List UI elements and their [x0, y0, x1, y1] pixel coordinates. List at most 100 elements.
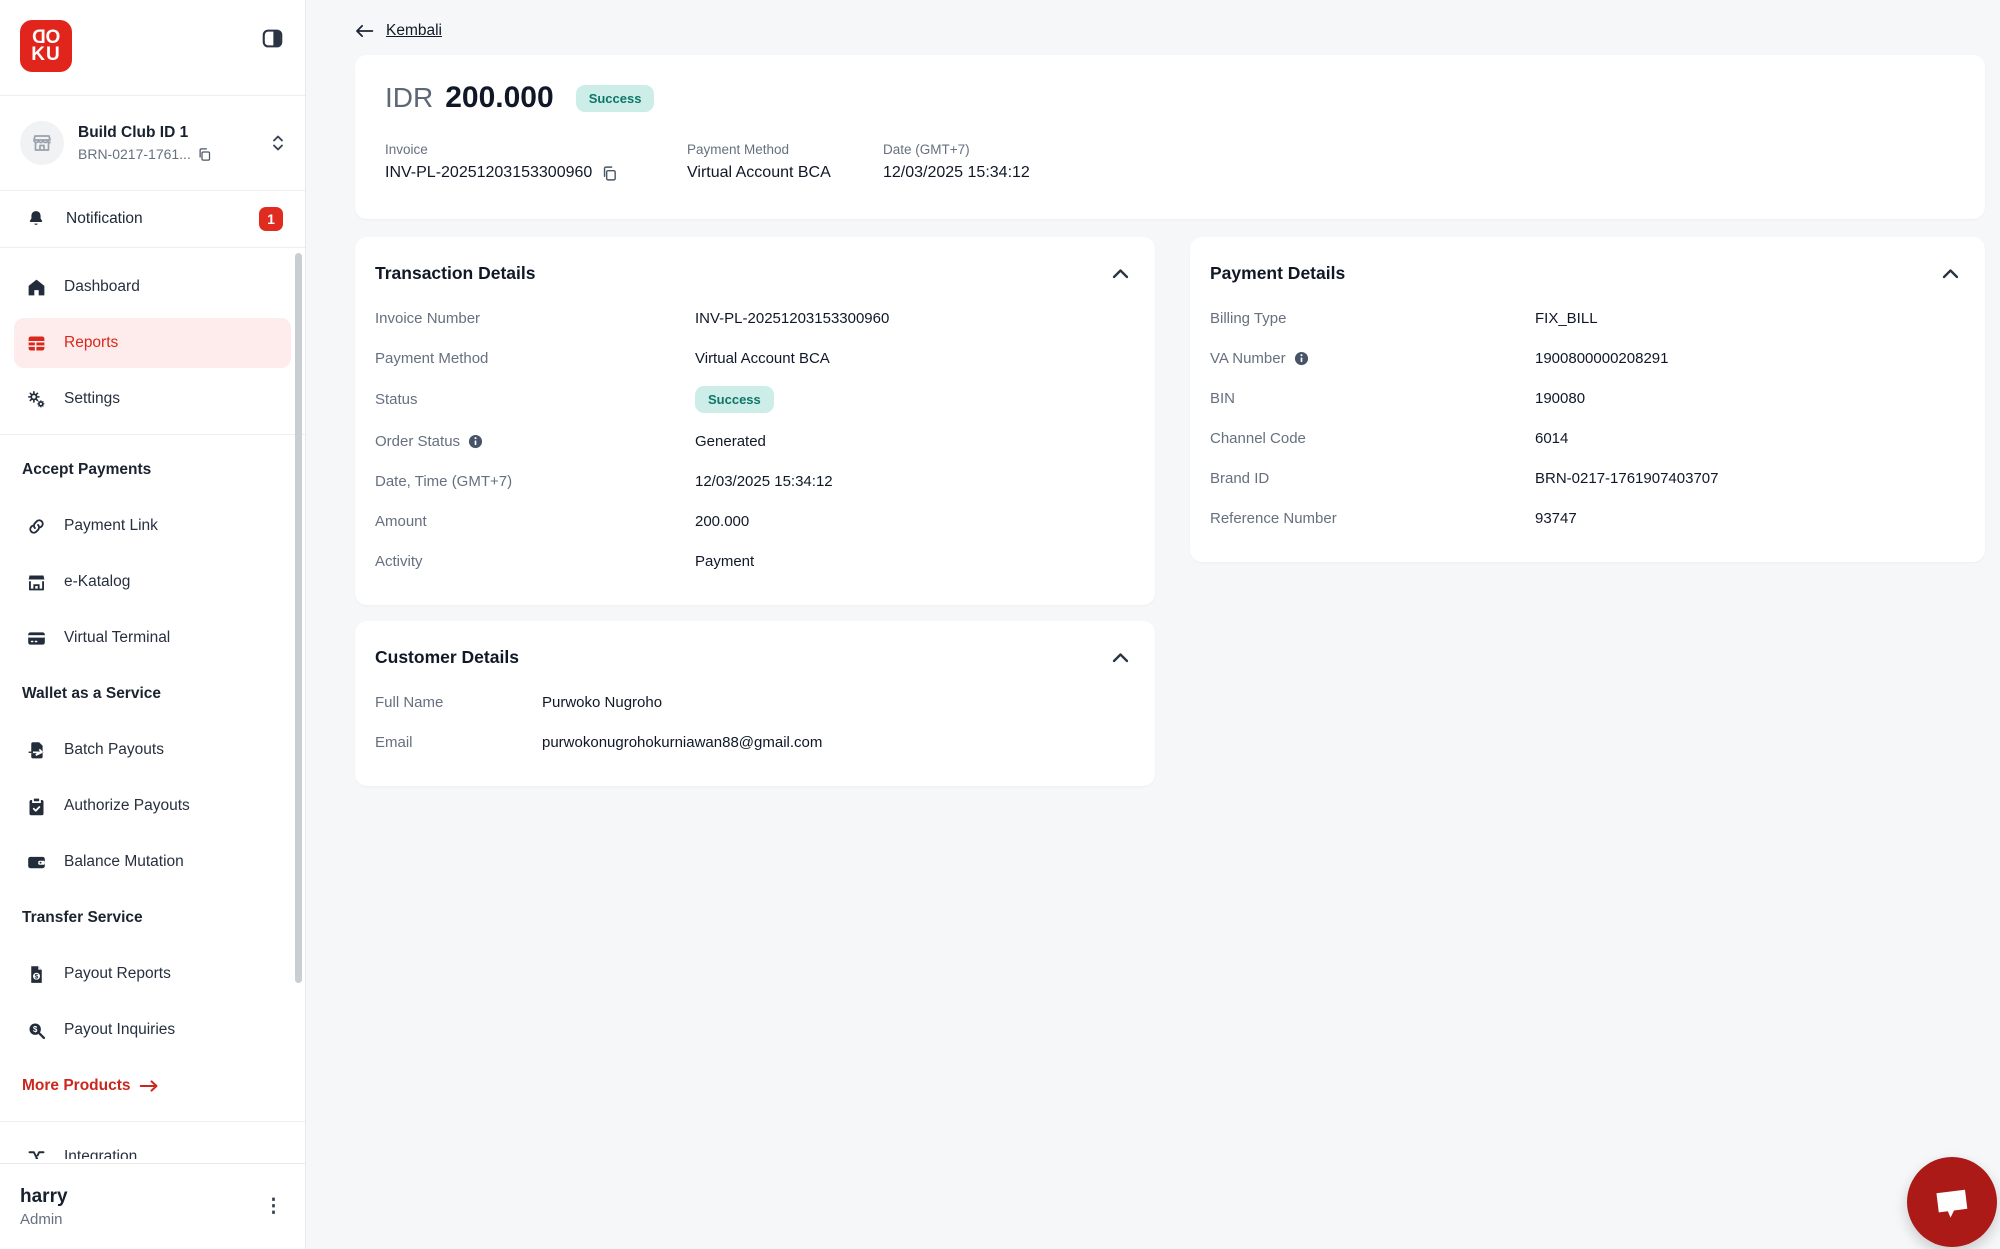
- svg-text:$: $: [35, 973, 39, 980]
- section-header-transfer-service: Transfer Service: [22, 909, 143, 926]
- payment-details-card: Payment Details Billing Type FIX_BILL VA…: [1190, 237, 1985, 562]
- sidebar-item-label: Payment Link: [64, 517, 158, 534]
- reports-table-icon: [26, 333, 47, 354]
- sidebar-item-settings[interactable]: Settings: [14, 374, 291, 424]
- merchant-avatar: [20, 121, 64, 165]
- user-menu-kebab-icon[interactable]: ⋮: [264, 1197, 283, 1216]
- notification-item[interactable]: Notification 1: [0, 191, 305, 247]
- merchant-info: Build Club ID 1 BRN-0217-1761...: [78, 124, 257, 162]
- main-content: Kembali IDR 200.000 Success Invoice INV-…: [306, 0, 2000, 1249]
- sidebar-item-integration[interactable]: Integration: [14, 1132, 291, 1159]
- detail-row: Date, Time (GMT+7) 12/03/2025 15:34:12: [375, 472, 833, 490]
- search-dollar-icon: $: [26, 1020, 47, 1041]
- chevron-updown-icon[interactable]: [271, 134, 285, 152]
- arrow-left-icon: [356, 24, 374, 38]
- amount-value: 200.000: [445, 81, 554, 114]
- sidebar: DO KU Build Club ID 1 BRN-0217-1761... N…: [0, 0, 306, 1249]
- sidebar-item-label: Balance Mutation: [64, 853, 184, 870]
- info-icon[interactable]: [1294, 351, 1309, 366]
- sidebar-header: DO KU: [0, 0, 305, 95]
- detail-row: Invoice Number INV-PL-20251203153300960: [375, 309, 890, 327]
- sidebar-item-label: Virtual Terminal: [64, 629, 171, 646]
- detail-row: BIN 190080: [1210, 389, 1586, 407]
- chat-support-button[interactable]: [1907, 1157, 1997, 1247]
- clipboard-check-icon: [26, 796, 47, 817]
- storefront-icon: [26, 572, 47, 593]
- sidebar-item-batch-payouts[interactable]: Batch Payouts: [14, 725, 291, 775]
- sidebar-nav: Dashboard Reports Settings Accept Paymen…: [0, 248, 305, 1163]
- copy-icon[interactable]: [601, 165, 618, 182]
- sidebar-item-e-katalog[interactable]: e-Katalog: [14, 557, 291, 607]
- sidebar-item-dashboard[interactable]: Dashboard: [14, 262, 291, 312]
- sidebar-item-payout-reports[interactable]: $ Payout Reports: [14, 949, 291, 999]
- customer-details-card: Customer Details Full Name Purwoko Nugro…: [355, 621, 1155, 786]
- detail-row: Amount 200.000: [375, 512, 750, 530]
- merchant-id: BRN-0217-1761...: [78, 146, 191, 162]
- storefront-icon: [33, 135, 51, 151]
- user-panel: harry Admin ⋮: [0, 1163, 305, 1249]
- sidebar-item-payment-link[interactable]: Payment Link: [14, 501, 291, 551]
- summary-field-date: Date (GMT+7) 12/03/2025 15:34:12: [883, 142, 1030, 181]
- status-badge: Success: [695, 386, 774, 413]
- sidebar-item-label: Payout Inquiries: [64, 1021, 176, 1038]
- svg-text:$: $: [33, 1024, 38, 1033]
- integration-icon: [26, 1147, 47, 1159]
- sidebar-item-label: Batch Payouts: [64, 741, 164, 758]
- chevron-up-icon[interactable]: [1942, 268, 1959, 279]
- bell-icon: [26, 209, 46, 229]
- info-icon[interactable]: [468, 434, 483, 449]
- home-icon: [26, 277, 47, 298]
- summary-field-payment-method: Payment Method Virtual Account BCA: [687, 142, 831, 181]
- sidebar-item-authorize-payouts[interactable]: Authorize Payouts: [14, 781, 291, 831]
- user-name: harry: [20, 1185, 68, 1207]
- detail-row: Order Status Generated: [375, 432, 766, 450]
- summary-field-invoice: Invoice INV-PL-20251203153300960: [385, 142, 687, 182]
- transaction-details-card: Transaction Details Invoice Number INV-P…: [355, 237, 1155, 605]
- merchant-name: Build Club ID 1: [78, 124, 189, 141]
- detail-row: Channel Code 6014: [1210, 429, 1569, 447]
- sidebar-item-label: e-Katalog: [64, 573, 131, 590]
- sidebar-item-payout-inquiries[interactable]: $ Payout Inquiries: [14, 1005, 291, 1055]
- invoice-number-value: INV-PL-20251203153300960: [385, 164, 593, 181]
- copy-icon[interactable]: [197, 147, 212, 162]
- detail-row: Full Name Purwoko Nugroho: [375, 693, 663, 711]
- chevron-up-icon[interactable]: [1112, 652, 1129, 663]
- notification-badge: 1: [259, 207, 283, 231]
- card-title: Customer Details: [375, 647, 519, 667]
- chat-bubble-icon: [1936, 1189, 1968, 1218]
- detail-row: Activity Payment: [375, 552, 755, 570]
- sidebar-item-reports[interactable]: Reports: [14, 318, 291, 368]
- sidebar-item-label: Dashboard: [64, 278, 140, 295]
- status-badge: Success: [575, 84, 655, 112]
- collapse-sidebar-icon[interactable]: [262, 28, 283, 49]
- detail-row: VA Number 1900800000208291: [1210, 349, 1669, 367]
- back-link[interactable]: Kembali: [355, 22, 442, 40]
- more-products-link[interactable]: More Products: [0, 1061, 305, 1111]
- divider: [0, 434, 305, 435]
- doku-dashboard: DO KU Build Club ID 1 BRN-0217-1761... N…: [0, 0, 2000, 1249]
- card-title: Transaction Details: [375, 263, 536, 283]
- chevron-up-icon[interactable]: [1112, 268, 1129, 279]
- detail-row: Reference Number 93747: [1210, 509, 1577, 527]
- doku-logo: DO KU: [20, 20, 72, 72]
- arrow-right-icon: [139, 1080, 158, 1092]
- logo-line2: KU: [31, 44, 61, 65]
- detail-row: Payment Method Virtual Account BCA: [375, 349, 830, 367]
- credit-card-icon: [26, 628, 47, 649]
- sidebar-scrollbar[interactable]: [295, 253, 302, 983]
- sidebar-item-label: Integration: [64, 1148, 138, 1159]
- sidebar-item-label: Authorize Payouts: [64, 797, 190, 814]
- merchant-selector[interactable]: Build Club ID 1 BRN-0217-1761...: [0, 96, 305, 190]
- back-label: Kembali: [386, 22, 442, 39]
- sidebar-item-virtual-terminal[interactable]: Virtual Terminal: [14, 613, 291, 663]
- currency-label: IDR: [385, 82, 434, 113]
- sidebar-item-label: Settings: [64, 390, 121, 407]
- file-export-icon: [26, 740, 47, 761]
- section-header-accept-payments: Accept Payments: [22, 461, 152, 478]
- detail-row: Status Success: [375, 378, 1135, 421]
- divider: [0, 1121, 305, 1122]
- user-info: harry Admin: [20, 1186, 68, 1228]
- sidebar-item-balance-mutation[interactable]: Balance Mutation: [14, 837, 291, 887]
- section-header-wallet-as-a-service: Wallet as a Service: [22, 685, 162, 702]
- gears-icon: [26, 389, 47, 410]
